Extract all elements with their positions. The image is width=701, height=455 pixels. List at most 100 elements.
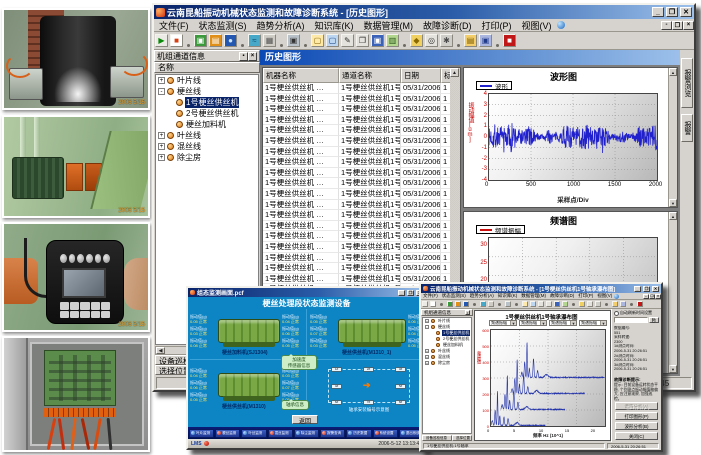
minimize-button[interactable]: _: [652, 7, 664, 17]
menu-item-3[interactable]: 趋势分析(A): [252, 19, 310, 32]
table-row[interactable]: 1号梗丝供丝机 …1号梗丝供丝机1号…05/31/2006 …1: [263, 157, 460, 168]
trend-icon[interactable]: ▤: [209, 34, 222, 47]
table-row[interactable]: 1号梗丝供丝机 …1号梗丝供丝机1号…05/31/2006 …1: [263, 189, 460, 200]
column-header-3[interactable]: 日期: [401, 68, 441, 83]
taskbar-item-1[interactable]: 叶片监测: [189, 429, 214, 438]
mdi-restore-button[interactable]: ❐: [672, 21, 683, 30]
scroll-down-arrow[interactable]: ▼: [669, 199, 677, 207]
close-button[interactable]: ✕: [680, 7, 692, 17]
taskbar-item-5[interactable]: 除尘监测: [294, 429, 319, 438]
tree-item[interactable]: 1号梗丝供丝机: [156, 97, 258, 108]
table-row[interactable]: 1号梗丝供丝机 …1号梗丝供丝机1号…05/31/2006 …1: [263, 136, 460, 147]
compass-icon[interactable]: ◆: [410, 34, 423, 47]
trend-icon[interactable]: [455, 301, 461, 307]
mdi-minimize-button[interactable]: -: [661, 21, 672, 30]
tree-item[interactable]: 2号梗丝供丝机: [156, 108, 258, 119]
menu-item-7[interactable]: 打印(P): [576, 293, 595, 299]
panel-button-4[interactable]: 关闭(C): [615, 432, 658, 440]
knowledge-icon[interactable]: ●: [224, 34, 237, 47]
table-row[interactable]: 1号梗丝供丝机 …1号梗丝供丝机1号…05/31/2006 …1: [263, 94, 460, 105]
menu-item-6[interactable]: 故障诊断(D): [548, 293, 576, 299]
gear-icon[interactable]: [595, 301, 601, 307]
compass-icon[interactable]: [579, 301, 585, 307]
menu-item-2[interactable]: 状态监测(S): [440, 293, 468, 299]
doc-export-icon[interactable]: ▥: [386, 34, 399, 47]
doc-open-icon[interactable]: [530, 301, 536, 307]
menu-item-8[interactable]: 视图(V): [595, 293, 614, 299]
expand-icon[interactable]: +: [158, 154, 165, 161]
scroll-up-arrow[interactable]: ▲: [669, 212, 677, 220]
table-row[interactable]: 1号梗丝供丝机 …1号梗丝供丝机1号…05/31/2006 …1: [263, 83, 460, 94]
tree-item[interactable]: +叶片线: [156, 75, 258, 86]
refresh-interval-input[interactable]: [614, 317, 648, 323]
menu-item-1[interactable]: 文件(F): [154, 19, 194, 32]
menu-item-7[interactable]: 打印(P): [477, 19, 517, 32]
alarm-icon[interactable]: ■: [503, 34, 516, 47]
doc-export-icon[interactable]: [562, 301, 568, 307]
doc-edit-icon[interactable]: ✎: [341, 34, 354, 47]
collapse-icon[interactable]: -: [425, 325, 429, 329]
table-row[interactable]: 1号梗丝供丝机 …1号梗丝供丝机1号…05/31/2006 …1: [263, 242, 460, 253]
spectrum-select-3[interactable]: 频谱振幅▼: [549, 320, 577, 326]
doc-save-icon[interactable]: ▣: [371, 34, 384, 47]
tree-item[interactable]: +除尘房: [156, 152, 258, 163]
tab-device-patrol[interactable]: 设备巡检信息: [422, 435, 452, 441]
table-row[interactable]: 1号梗丝供丝机 …1号梗丝供丝机1号…05/31/2006 …1: [263, 200, 460, 211]
tree-item[interactable]: +混丝线: [156, 141, 258, 152]
stop-icon[interactable]: [430, 301, 436, 307]
send-icon[interactable]: ▣: [479, 34, 492, 47]
chart-vscrollbar[interactable]: ▲ ▼: [668, 212, 677, 373]
tree-item[interactable]: 梗丝加料机: [156, 119, 258, 130]
expand-icon[interactable]: +: [425, 319, 429, 323]
search-icon[interactable]: [587, 301, 593, 307]
maximize-button[interactable]: ❐: [666, 7, 678, 17]
minimize-button[interactable]: _: [634, 286, 641, 292]
back-button[interactable]: 返回: [292, 415, 318, 424]
wave-icon[interactable]: [480, 301, 486, 307]
snapshot-icon[interactable]: [505, 301, 511, 307]
column-header-1[interactable]: 机器名称: [263, 68, 339, 83]
dock-close-icon[interactable]: ×: [465, 310, 470, 315]
table-row[interactable]: 1号梗丝供丝机 …1号梗丝供丝机1号…05/31/2006 …1: [263, 168, 460, 179]
expand-icon[interactable]: +: [158, 132, 165, 139]
alarm-icon[interactable]: [637, 301, 643, 307]
start-icon[interactable]: [422, 301, 428, 307]
table-row[interactable]: 1号梗丝供丝机 …1号梗丝供丝机1号…05/31/2006 …1: [263, 104, 460, 115]
tab-alarm-browse[interactable]: 报警浏览: [681, 58, 693, 108]
spectrum-select-1[interactable]: 频谱振幅▼: [489, 320, 517, 326]
scroll-left-arrow[interactable]: ◀: [156, 347, 165, 354]
snapshot-icon[interactable]: ▣: [287, 34, 300, 47]
tree-item[interactable]: +除尘房: [423, 360, 471, 366]
tab-select-location[interactable]: 选择位置: [452, 435, 472, 441]
taskbar-item-2[interactable]: 梗丝监测: [215, 429, 240, 438]
chevron-down-icon[interactable]: ▼: [510, 321, 516, 325]
menu-item-4[interactable]: 知识库(K): [310, 19, 359, 32]
chart-vscrollbar[interactable]: ▲ ▼: [668, 68, 677, 207]
pin-icon[interactable]: ▪: [239, 52, 248, 61]
spectrum-select-4[interactable]: 频谱振幅▼: [579, 320, 607, 326]
chevron-down-icon[interactable]: ▼: [600, 321, 606, 325]
image-icon[interactable]: ▦: [263, 34, 276, 47]
close-button[interactable]: ✕: [652, 286, 659, 292]
doc-edit-icon[interactable]: [538, 301, 544, 307]
maximize-button[interactable]: ❐: [643, 286, 650, 292]
table-row[interactable]: 1号梗丝供丝机 …1号梗丝供丝机1号…05/31/2006 …1: [263, 253, 460, 264]
scroll-up-arrow[interactable]: ▲: [450, 68, 459, 77]
table-row[interactable]: 1号梗丝供丝机 …1号梗丝供丝机1号…05/31/2006 …1: [263, 210, 460, 221]
doc-copy-icon[interactable]: ❐: [356, 34, 369, 47]
doc-save-icon[interactable]: [554, 301, 560, 307]
expand-icon[interactable]: +: [158, 77, 165, 84]
chevron-down-icon[interactable]: ▼: [570, 321, 576, 325]
send-icon[interactable]: [620, 301, 626, 307]
column-header-2[interactable]: 通道名称: [339, 68, 401, 83]
tab-alarm[interactable]: 报警: [681, 114, 693, 142]
folder-icon[interactable]: ▤: [464, 34, 477, 47]
table-row[interactable]: 1号梗丝供丝机 …1号梗丝供丝机1号…05/31/2006 …1: [263, 231, 460, 242]
refresh-unit-button[interactable]: 秒: [649, 317, 659, 323]
taskbar-item-8[interactable]: 系统设置: [373, 429, 398, 438]
expand-icon[interactable]: +: [425, 349, 429, 353]
scada-titlebar[interactable]: 组态监测画面.pcf _ ❐ ✕: [188, 288, 425, 297]
taskbar-item-4[interactable]: 混丝监测: [268, 429, 293, 438]
menu-item-3[interactable]: 趋势分析(A): [468, 293, 496, 299]
search-icon[interactable]: ◎: [425, 34, 438, 47]
